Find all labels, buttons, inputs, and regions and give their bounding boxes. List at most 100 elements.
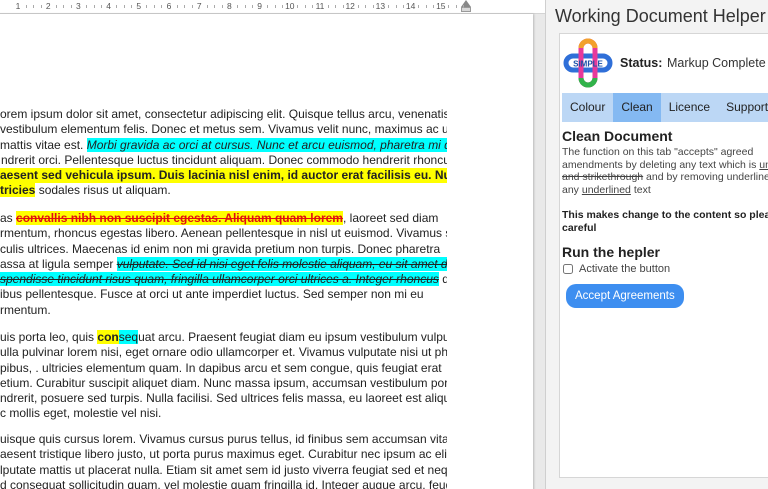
ruler-tick (403, 5, 405, 8)
ruler-number: 12 (345, 1, 355, 11)
ruler-tick (463, 5, 465, 8)
ruler-tick (252, 5, 254, 8)
ruler-tick (342, 5, 344, 8)
paragraph-3[interactable]: uis porta leo, quis consequat arcu. Prae… (0, 330, 447, 422)
desc-line: amendments by deleting any text which is… (562, 158, 768, 171)
ruler-tick (63, 5, 65, 8)
text-line: mattis vitae est. Morbi gravida ac orci … (0, 137, 447, 153)
yellow-highlight-bold-run: tricies (0, 183, 36, 198)
ruler-number: 14 (405, 1, 416, 11)
text-line: vestibulum elementum felis. Donec et met… (0, 122, 447, 137)
tab-support[interactable]: Support (718, 93, 768, 122)
text-line: culis ultrices. Maecenas id enim non mi … (0, 241, 441, 256)
accept-agreements-button[interactable]: Accept Agreements (566, 284, 684, 308)
text-line: c mollis eget, molestie vel nisi. (0, 406, 162, 421)
text-line: rmentum. (0, 302, 51, 317)
text-line: ndrerit, posuere sed turpis. Nulla facil… (0, 391, 447, 406)
horizontal-ruler[interactable]: 1 2 3 4 5 6 7 8 9 10 11 12 13 14 15 (0, 0, 545, 14)
ruler-tick (282, 5, 284, 8)
ruler-tick (184, 5, 186, 8)
ruler-tick (236, 5, 238, 8)
paragraph-1[interactable]: orem ipsum dolor sit amet, consectetur a… (0, 107, 447, 199)
ruler-number: 4 (106, 1, 111, 11)
ruler-tick (123, 5, 125, 8)
ruler-tick (357, 5, 359, 8)
ruler-tick (365, 5, 367, 8)
status-value: Markup Complete (667, 56, 766, 70)
activate-row[interactable]: Activate the button (562, 263, 768, 275)
ruler-number: 11 (315, 1, 325, 11)
run-helper-heading: Run the hepler (562, 244, 661, 260)
paragraph-2[interactable]: as convallis nibh non suscipit egestas. … (0, 211, 447, 318)
ruler-tick (101, 5, 103, 8)
text-line: tricies sodales risus ut aliquam. (0, 183, 447, 198)
text-line: d consequat sollicitudin quam, vel moles… (0, 477, 447, 489)
ruler-tick (25, 5, 27, 8)
text-line: spendisse tincidunt risus quam, fringill… (0, 272, 447, 287)
text-line: as convallis nibh non suscipit egestas. … (0, 211, 447, 226)
ruler-tick (274, 5, 276, 8)
text-line: lputate mattis ut placerat nulla. Etiam … (0, 462, 447, 477)
desc-line: any underlined text (562, 183, 651, 196)
text-line: ndrerit orci. Pellentesque luctus tincid… (0, 153, 447, 168)
activate-label: Activate the button (579, 263, 671, 275)
paragraph-4[interactable]: uisque quis cursus lorem. Vivamus cursus… (0, 432, 447, 489)
ruler-tick (153, 5, 155, 8)
clean-document-heading: Clean Document (562, 128, 673, 144)
text-run: assa at ligula semper (0, 256, 117, 271)
change-warning: This makes change to the content so plea… (562, 209, 768, 234)
text-line: aesent tristique libero justo, ut porta … (0, 447, 447, 462)
ruler-tick (55, 5, 57, 8)
text-run: as (0, 211, 17, 225)
text-run: sodales risus ut aliquam. (35, 183, 171, 198)
ruler-number: 8 (227, 1, 232, 11)
text-line: ulla pulvinar lorem nisi, eget ornare od… (0, 345, 447, 360)
cyan-strike-run: vulputate. Sed id nisi eget felis molest… (116, 256, 447, 271)
ruler-tick (267, 5, 269, 8)
ruler-tick (448, 5, 450, 8)
ruler-number: 6 (166, 1, 172, 11)
ruler-tick (161, 5, 163, 8)
text-run: mattis vitae est. (0, 137, 87, 152)
ruler-tick (327, 5, 329, 8)
desc-line: The function on this tab "accepts" agree… (562, 146, 754, 158)
ruler-tick (191, 5, 193, 8)
ruler-tick (312, 5, 314, 8)
ruler-tick (40, 5, 42, 8)
document-area[interactable]: 1 2 3 4 5 6 7 8 9 10 11 12 13 14 15 orem ipsum dolor s… (0, 0, 545, 489)
text-line: uis porta leo, quis consequat arcu. Prae… (0, 330, 447, 345)
ruler-tick (244, 5, 246, 8)
deleted-text-run: convallis nibh non suscipit egestas. Ali… (16, 211, 343, 225)
tab-colour[interactable]: Colour (562, 93, 613, 122)
ruler-tick (33, 5, 35, 8)
document-page[interactable]: orem ipsum dolor sit amet, consectetur a… (0, 14, 533, 489)
tab-licence[interactable]: Licence (661, 93, 718, 122)
ruler-tick (93, 5, 95, 8)
ruler-number: 15 (436, 1, 446, 11)
ruler-tick (214, 5, 216, 8)
ruler-tick (395, 5, 397, 8)
ruler-tick (433, 5, 435, 8)
text-line: ibus pellentesque. Fusce at orci ut ante… (0, 287, 424, 302)
ruler-number: 13 (375, 1, 386, 11)
ruler-tick (221, 5, 223, 8)
ruler-number: 1 (15, 1, 21, 11)
text-run: uat arcu. Praesent feugiat diam eu ipsum… (138, 330, 447, 344)
text-line: rmentum, rhoncus egestas libero. Aenean … (0, 226, 447, 241)
clean-tab-content: Clean Document The function on this tab … (562, 128, 768, 308)
ruler-number: 10 (285, 1, 295, 11)
cyan-highlight-italic-run: Morbi gravida ac orci at cursus. Nunc et… (86, 137, 447, 152)
ruler-tick (304, 5, 306, 8)
simple-logo-icon: SIMPLE (563, 38, 613, 88)
tab-bar: Colour Clean Licence Support (562, 93, 768, 122)
text-run: uis porta leo, quis (0, 330, 98, 344)
ruler-tick (116, 5, 118, 8)
logo-text: SIMPLE (573, 60, 603, 69)
ruler-tick (85, 5, 87, 8)
activate-checkbox[interactable] (563, 264, 573, 274)
ruler-number: 2 (45, 1, 51, 11)
ruler-tick (146, 5, 148, 8)
cyan-highlight-run: seq (118, 330, 139, 344)
tab-clean[interactable]: Clean (613, 93, 661, 122)
cyan-strike-run: spendisse tincidunt risus quam, fringill… (0, 272, 439, 287)
